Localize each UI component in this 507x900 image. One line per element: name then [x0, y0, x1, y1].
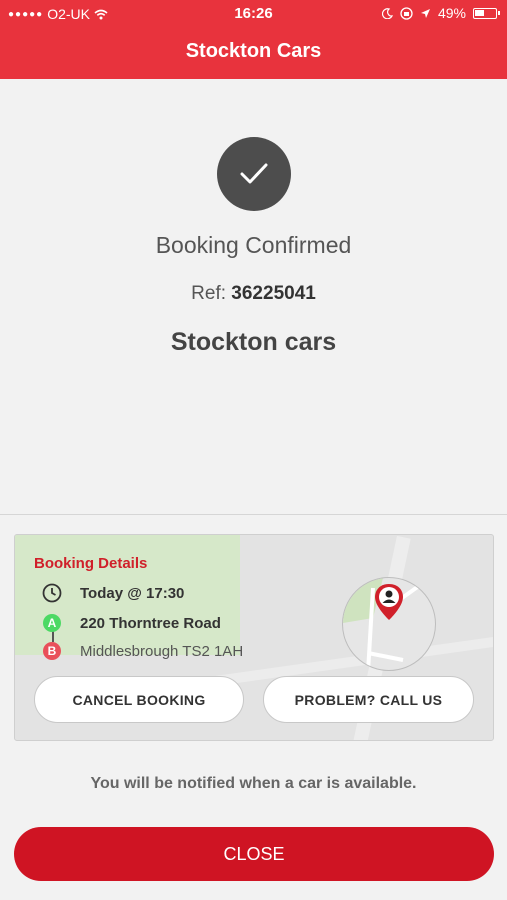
app-header: ●●●●● O2-UK 16:26 49% Stockton Cars: [0, 0, 507, 79]
orientation-lock-icon: [400, 6, 413, 20]
checkmark-icon: [217, 137, 291, 211]
pickup-address: 220 Thorntree Road: [80, 614, 221, 632]
dropoff-marker-wrap: B: [41, 640, 63, 662]
status-right: 49%: [381, 5, 500, 21]
booking-reference: Ref: 36225041: [0, 283, 507, 305]
close-button[interactable]: CLOSE: [14, 827, 494, 881]
dropoff-address: Middlesbrough TS2 1AH: [80, 642, 244, 660]
divider: [0, 514, 507, 515]
clock-icon: [41, 582, 63, 604]
booking-details-card: Booking Details Today @ 17:30 A 220 Thor…: [14, 534, 494, 741]
booking-details-title: Booking Details: [34, 555, 148, 572]
pickup-marker-wrap: A: [41, 612, 63, 634]
status-bar: ●●●●● O2-UK 16:26 49%: [0, 0, 507, 28]
booking-time-row: Today @ 17:30: [41, 582, 184, 604]
confirmation-title: Booking Confirmed: [155, 232, 352, 258]
booking-time: Today @ 17:30: [80, 584, 185, 602]
availability-notice: You will be notified when a car is avail…: [90, 775, 417, 792]
location-arrow-icon: [420, 8, 430, 18]
page-title: Stockton Cars: [185, 40, 322, 62]
ref-label: Ref:: [191, 283, 227, 304]
ref-value: 36225041: [231, 283, 316, 304]
call-us-button[interactable]: PROBLEM? CALL US: [263, 676, 474, 723]
pickup-row: A 220 Thorntree Road: [41, 612, 221, 634]
driver-location-pin-icon: [375, 584, 403, 620]
pickup-marker-icon: A: [43, 614, 61, 632]
battery-percent: 49%: [437, 5, 466, 21]
mini-map[interactable]: [342, 577, 436, 671]
dropoff-marker-icon: B: [43, 642, 61, 660]
dropoff-row: B Middlesbrough TS2 1AH: [41, 640, 243, 662]
battery-icon: [473, 7, 500, 19]
moon-icon: [381, 7, 393, 19]
company-name: Stockton cars: [170, 328, 337, 356]
cancel-booking-button[interactable]: CANCEL BOOKING: [34, 676, 244, 723]
